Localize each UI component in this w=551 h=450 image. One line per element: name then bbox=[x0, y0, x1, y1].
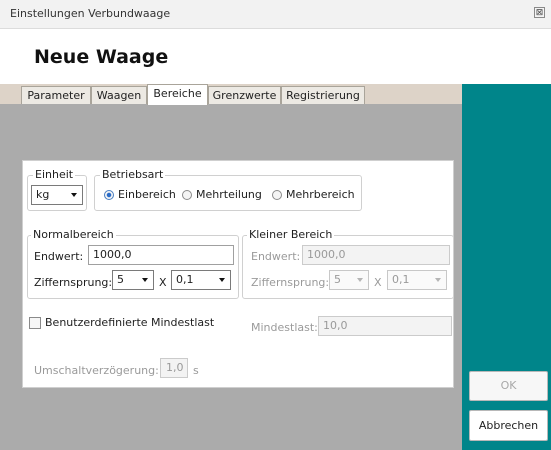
mindestlast-input: 10,0 bbox=[318, 316, 452, 336]
cancel-button[interactable]: Abbrechen bbox=[469, 410, 548, 441]
kleiner-factor-value: 0,1 bbox=[392, 273, 410, 286]
chevron-down-icon bbox=[435, 278, 441, 282]
mindestlast-label: Mindestlast: bbox=[251, 321, 318, 334]
mehrbereich-label: Mehrbereich bbox=[286, 188, 355, 201]
window-title: Einstellungen Verbundwaage bbox=[10, 7, 171, 20]
chevron-down-icon bbox=[71, 193, 77, 197]
ziffernsprung-value: 5 bbox=[117, 273, 124, 286]
kleiner-bereich-legend: Kleiner Bereich bbox=[247, 228, 335, 241]
einheit-legend: Einheit bbox=[33, 168, 76, 181]
kleiner-factor-select: 0,1 bbox=[387, 270, 447, 290]
title-bar: Einstellungen Verbundwaage ⊠ bbox=[0, 0, 551, 29]
tab-parameter[interactable]: Parameter bbox=[21, 86, 91, 104]
radio-mehrbereich[interactable] bbox=[272, 190, 282, 200]
ziffernsprung-select[interactable]: 5 bbox=[112, 270, 154, 290]
endwert-label: Endwert: bbox=[34, 250, 84, 263]
page-title: Neue Waage bbox=[34, 46, 169, 68]
kleiner-x-label: X bbox=[374, 276, 382, 289]
betriebsart-legend: Betriebsart bbox=[100, 168, 166, 181]
einheit-select[interactable]: kg bbox=[31, 185, 83, 205]
ziffernsprung-label: Ziffernsprung: bbox=[34, 276, 113, 289]
mehrteilung-label: Mehrteilung bbox=[196, 188, 262, 201]
mindestlast-checkbox[interactable] bbox=[29, 317, 41, 329]
normalbereich-legend: Normalbereich bbox=[31, 228, 116, 241]
umschalt-input: 1,0 bbox=[160, 358, 188, 378]
kleiner-endwert-input: 1000,0 bbox=[302, 245, 450, 265]
radio-mehrteilung[interactable] bbox=[182, 190, 192, 200]
tab-registrierung[interactable]: Registrierung bbox=[281, 86, 365, 104]
endwert-input[interactable]: 1000,0 bbox=[88, 245, 234, 265]
factor-value: 0,1 bbox=[176, 273, 194, 286]
einbereich-label: Einbereich bbox=[118, 188, 176, 201]
kleiner-ziffernsprung-label: Ziffernsprung: bbox=[251, 276, 330, 289]
tab-bereiche[interactable]: Bereiche bbox=[147, 84, 208, 105]
kleiner-ziffernsprung-value: 5 bbox=[334, 273, 341, 286]
chevron-down-icon bbox=[142, 278, 148, 282]
tab-grenzwerte[interactable]: Grenzwerte bbox=[208, 86, 281, 104]
tab-waagen[interactable]: Waagen bbox=[91, 86, 147, 104]
chevron-down-icon bbox=[219, 278, 225, 282]
mindestlast-checkbox-label: Benutzerdefinierte Mindestlast bbox=[45, 316, 215, 329]
einheit-value: kg bbox=[36, 188, 50, 201]
close-icon[interactable]: ⊠ bbox=[534, 7, 545, 18]
x-label: X bbox=[159, 276, 167, 289]
chevron-down-icon bbox=[357, 278, 363, 282]
kleiner-ziffernsprung-select: 5 bbox=[329, 270, 369, 290]
radio-einbereich[interactable] bbox=[104, 190, 114, 200]
factor-select[interactable]: 0,1 bbox=[171, 270, 231, 290]
kleiner-endwert-label: Endwert: bbox=[251, 250, 301, 263]
umschalt-unit: s bbox=[193, 364, 199, 377]
umschalt-label: Umschaltverzögerung: bbox=[34, 364, 159, 377]
ok-button[interactable]: OK bbox=[469, 371, 548, 401]
